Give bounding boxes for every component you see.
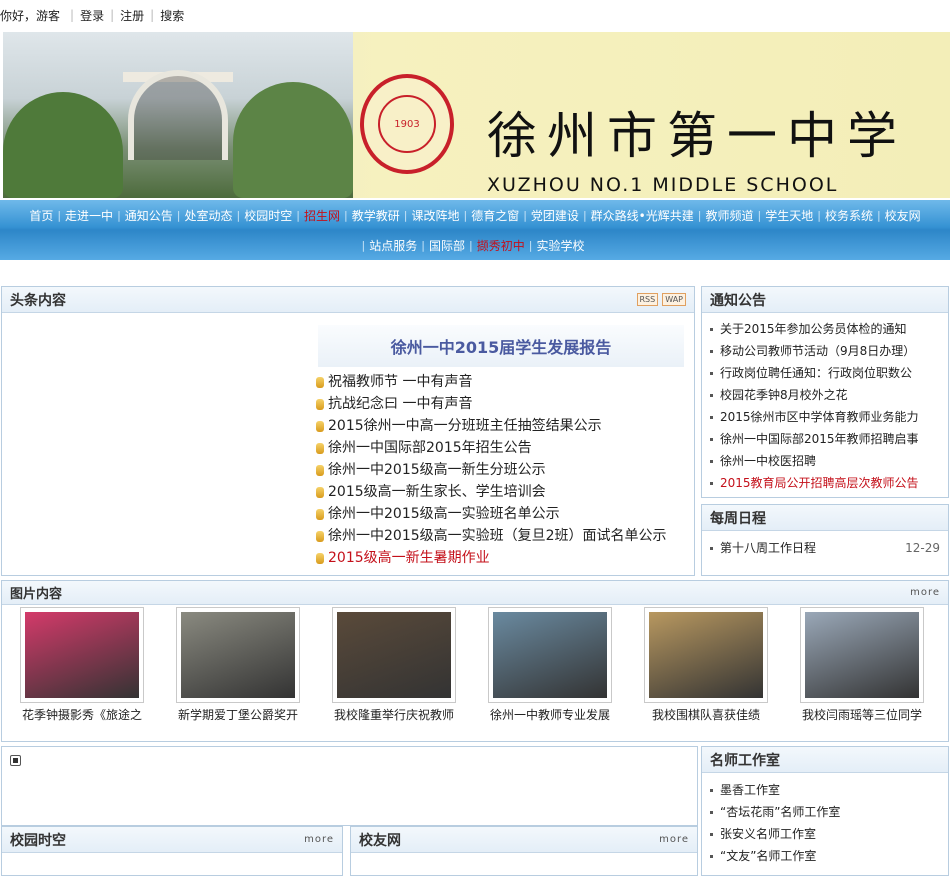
top-bar: 你好，游客 | 登录 | 注册 | 搜索	[0, 0, 950, 30]
nav-item[interactable]: 撷秀初中	[473, 237, 529, 254]
nav-item[interactable]: 招生网	[300, 207, 344, 224]
nav-item[interactable]: 实验学校	[532, 237, 588, 254]
campus-more-link[interactable]: more	[304, 834, 334, 845]
masters-panel: 名师工作室 墨香工作室 “杏坛花雨”名师工作室 张安义名师工作室 “文友”名师工作室	[701, 746, 949, 876]
main-nav: 首页 | 走进一中 | 通知公告 | 处室动态 | 校园时空 | 招生网 | 教学教研 | 课改阵地 | 德育之…	[0, 200, 950, 260]
photo-thumbnail[interactable]	[488, 607, 612, 703]
nav-item[interactable]: 首页	[25, 207, 57, 224]
photo-caption[interactable]: 花季钟摄影秀《旅途之	[20, 706, 144, 723]
nav-item[interactable]: 校务系统	[821, 207, 877, 224]
photos-title: 图片内容	[10, 587, 63, 602]
headline-list: 祝福教师节 一中有声音 抗战纪念曰 一中有声音 2015徐州一中高一分班班主任抽签结…	[316, 371, 667, 569]
list-item[interactable]: 2015徐州一中高一分班班主任抽签结果公示	[316, 415, 667, 437]
schedule-item-text: 第十八周工作日程	[720, 541, 817, 555]
photo-thumbnail[interactable]	[176, 607, 300, 703]
nav-item[interactable]: 课改阵地	[407, 207, 463, 224]
photo-thumbnail[interactable]	[332, 607, 456, 703]
schedule-item-date: 12-29	[905, 541, 940, 555]
photo-item[interactable]: 我校闫雨瑶等三位同学	[800, 607, 924, 723]
notices-list: 关于2015年参加公务员体检的通知 移动公司教师节活动（9月8日办理） 行政岗位聘任…	[702, 313, 948, 494]
school-name-cn: 徐州市第一中学	[487, 107, 907, 165]
list-item[interactable]: 徐州一中2015级高一实验班名单公示	[316, 503, 667, 525]
list-item[interactable]: 墨香工作室	[702, 779, 948, 801]
photo-caption[interactable]: 徐州一中教师专业发展	[488, 706, 612, 723]
school-seal-logo: 1903	[360, 74, 454, 174]
alumni-more-link[interactable]: more	[659, 834, 689, 845]
nav-item[interactable]: 站点服务	[365, 237, 421, 254]
nav-item[interactable]: 处室动态	[181, 207, 237, 224]
list-item[interactable]: 徐州一中2015级高一新生分班公示	[316, 459, 667, 481]
wap-icon[interactable]: WAP	[662, 293, 686, 306]
headline-panel: 头条内容 RSS WAP 徐州一中2015届学生发展报告 祝福教师节 一中有声音…	[1, 286, 695, 576]
schedule-title: 每周日程	[710, 510, 766, 527]
register-link[interactable]: 注册	[120, 7, 144, 24]
list-item[interactable]: 徐州一中2015级高一实验班（复旦2班）面试名单公示	[316, 525, 667, 547]
nav-item[interactable]: 党团建设	[527, 207, 583, 224]
photos-more-link[interactable]: more	[910, 587, 940, 598]
list-item[interactable]: 张安义名师工作室	[702, 823, 948, 845]
list-item[interactable]: 徐州一中校医招聘	[702, 450, 948, 472]
photo-item[interactable]: 新学期爱丁堡公爵奖开	[176, 607, 300, 723]
schedule-panel: 每周日程 第十八周工作日程 12-29	[701, 504, 949, 576]
search-link[interactable]: 搜索	[160, 7, 184, 24]
photo-item[interactable]: 我校隆重举行庆祝教师	[332, 607, 456, 723]
school-name-en: XUZHOU NO.1 MIDDLE SCHOOL	[487, 174, 839, 196]
notices-title: 通知公告	[710, 292, 766, 309]
list-item[interactable]: 2015徐州市区中学体育教师业务能力	[702, 406, 948, 428]
list-item[interactable]: 移动公司教师节活动（9月8日办理）	[702, 340, 948, 362]
photo-caption[interactable]: 我校隆重举行庆祝教师	[332, 706, 456, 723]
alumni-title: 校友网	[359, 832, 401, 849]
photo-caption[interactable]: 我校闫雨瑶等三位同学	[800, 706, 924, 723]
list-item[interactable]: 2015级高一新生暑期作业	[316, 547, 667, 569]
photo-thumbnail[interactable]	[20, 607, 144, 703]
photo-caption[interactable]: 我校围棋队喜获佳绩	[644, 706, 768, 723]
nav-row-1: 首页 | 走进一中 | 通知公告 | 处室动态 | 校园时空 | 招生网 | 教学教研 | 课改阵地 | 德育之…	[0, 200, 950, 230]
masters-list: 墨香工作室 “杏坛花雨”名师工作室 张安义名师工作室 “文友”名师工作室	[702, 773, 948, 867]
campus-title: 校园时空	[10, 832, 66, 849]
list-item[interactable]: 2015教育局公开招聘高层次教师公告	[702, 472, 948, 494]
seal-year: 1903	[394, 118, 420, 130]
nav-item[interactable]: 走进一中	[61, 207, 117, 224]
nav-item[interactable]: 德育之窗	[467, 207, 523, 224]
nav-item[interactable]: 校园时空	[240, 207, 296, 224]
list-item[interactable]: 校园花季钟8月校外之花	[702, 384, 948, 406]
headline-feature[interactable]: 徐州一中2015届学生发展报告	[318, 325, 684, 367]
nav-item[interactable]: 教学教研	[348, 207, 404, 224]
nav-item[interactable]: 群众路线•光辉共建	[587, 207, 698, 224]
list-item[interactable]: 徐州一中国际部2015年教师招聘启事	[702, 428, 948, 450]
photo-item[interactable]: 花季钟摄影秀《旅途之	[20, 607, 144, 723]
list-item[interactable]: 祝福教师节 一中有声音	[316, 371, 667, 393]
photo-thumbnail[interactable]	[800, 607, 924, 703]
list-item[interactable]: 抗战纪念曰 一中有声音	[316, 393, 667, 415]
masters-title: 名师工作室	[710, 752, 780, 769]
nav-item[interactable]: 学生天地	[761, 207, 817, 224]
nav-item[interactable]: 通知公告	[121, 207, 177, 224]
list-item[interactable]: 关于2015年参加公务员体检的通知	[702, 318, 948, 340]
photo-item[interactable]: 我校围棋队喜获佳绩	[644, 607, 768, 723]
headline-title: 头条内容	[10, 292, 66, 309]
list-item[interactable]: 2015级高一新生家长、学生培训会	[316, 481, 667, 503]
campus-panel: 校园时空 more	[1, 826, 343, 876]
empty-panel	[1, 746, 698, 826]
list-item[interactable]: 徐州一中国际部2015年招生公告	[316, 437, 667, 459]
login-link[interactable]: 登录	[80, 7, 104, 24]
broken-image-icon	[10, 755, 21, 766]
photo-caption[interactable]: 新学期爱丁堡公爵奖开	[176, 706, 300, 723]
photo-item[interactable]: 徐州一中教师专业发展	[488, 607, 612, 723]
list-item[interactable]: 行政岗位聘任通知：行政岗位职数公	[702, 362, 948, 384]
nav-item[interactable]: 国际部	[425, 237, 469, 254]
list-item[interactable]: 第十八周工作日程 12-29	[702, 537, 948, 559]
site-banner: 1903 徐州市第一中学 XUZHOU NO.1 MIDDLE SCHOOL	[3, 32, 950, 198]
notices-panel: 通知公告 关于2015年参加公务员体检的通知 移动公司教师节活动（9月8日办理）行…	[701, 286, 949, 498]
photos-panel: 图片内容 more 花季钟摄影秀《旅途之 新学期爱丁堡公爵奖开 我校隆重举行庆祝教师…	[1, 580, 949, 742]
school-gate-photo	[3, 32, 353, 198]
alumni-panel: 校友网 more	[350, 826, 698, 876]
list-item[interactable]: “杏坛花雨”名师工作室	[702, 801, 948, 823]
greeting-text: 你好，游客	[0, 8, 61, 23]
photo-thumbnail[interactable]	[644, 607, 768, 703]
nav-item[interactable]: 教师频道	[701, 207, 757, 224]
nav-item[interactable]: 校友网	[881, 207, 925, 224]
rss-icon[interactable]: RSS	[636, 293, 659, 306]
nav-row-2: | 站点服务 | 国际部 | 撷秀初中 | 实验学校	[0, 230, 950, 260]
